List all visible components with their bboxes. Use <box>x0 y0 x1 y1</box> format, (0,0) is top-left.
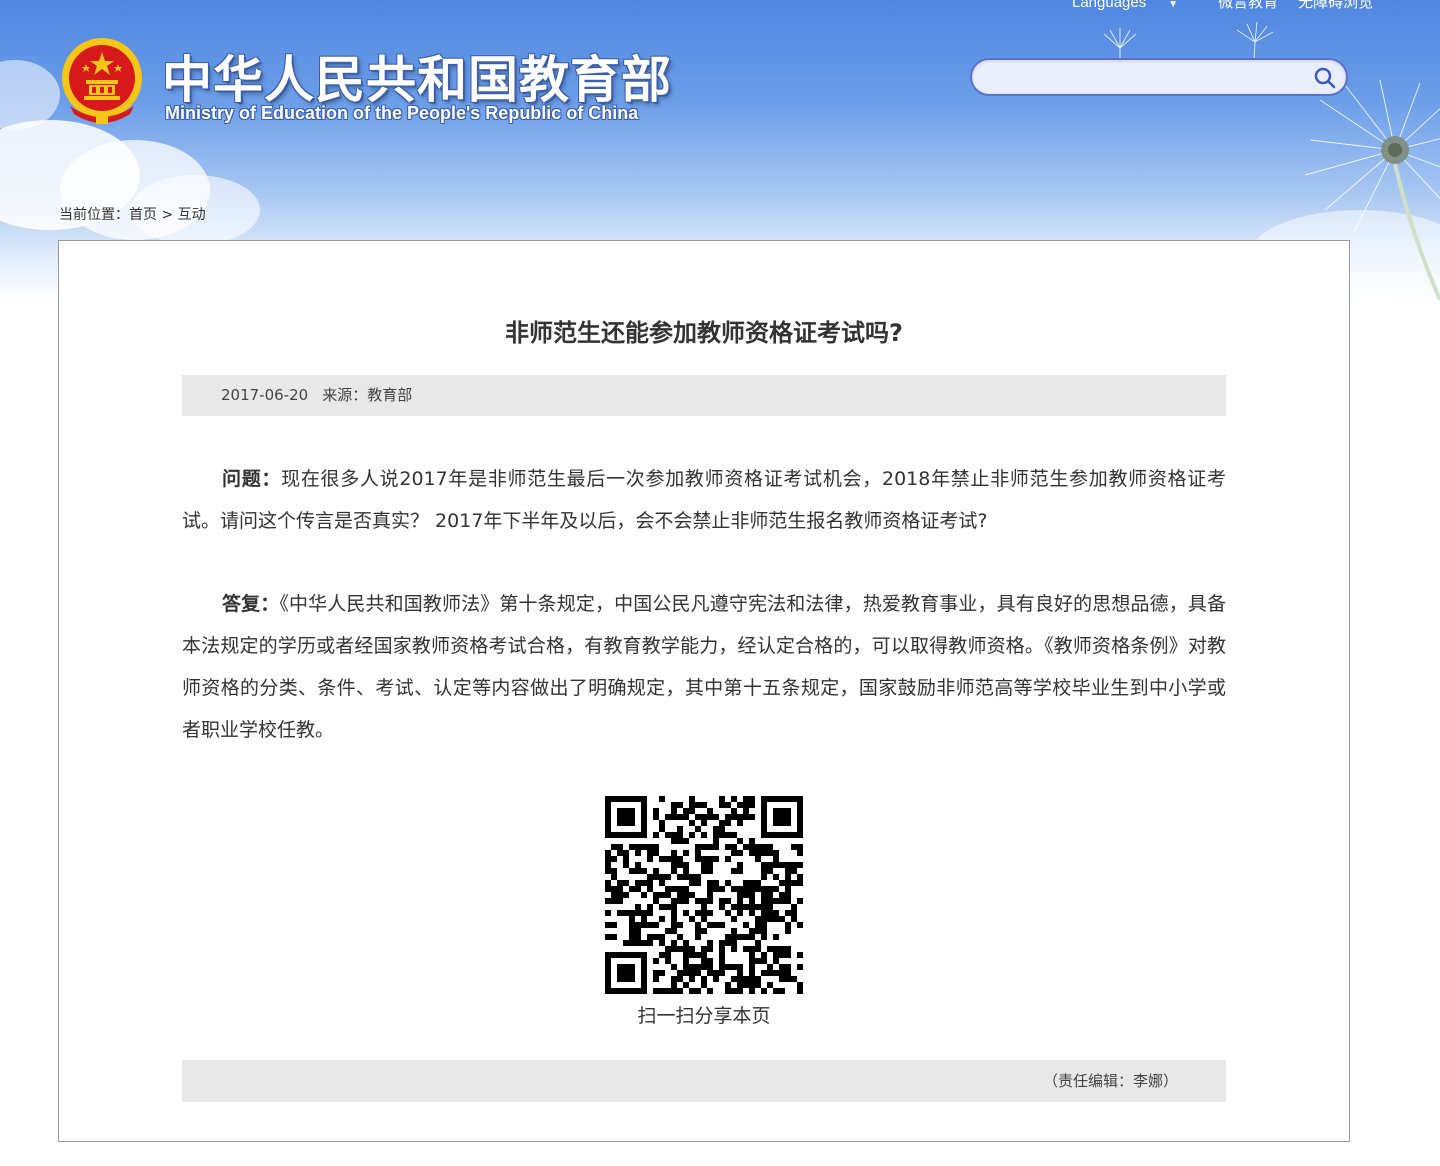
search-input[interactable] <box>986 60 1306 94</box>
answer-paragraph: 答复：《中华人民共和国教师法》第十条规定，中国公民凡遵守宪法和法律，热爱教育事业… <box>182 583 1226 751</box>
answer-label: 答复： <box>222 593 280 615</box>
qr-code-image <box>605 796 803 994</box>
responsible-editor: （责任编辑：李娜） <box>182 1060 1226 1102</box>
question-label: 问题： <box>222 468 282 490</box>
answer-text: 《中华人民共和国教师法》第十条规定，中国公民凡遵守宪法和法律，热爱教育事业，具有… <box>182 593 1226 741</box>
breadcrumb-current-link[interactable]: 互动 <box>178 207 206 223</box>
breadcrumb-prefix: 当前位置： <box>59 207 129 223</box>
languages-label: Languages <box>1072 0 1147 11</box>
search-box <box>970 58 1348 96</box>
national-emblem-icon <box>62 38 142 124</box>
top-links: Languages ▼ 微言教育 无障碍浏览 <box>1072 0 1393 11</box>
question-paragraph: 问题：现在很多人说2017年是非师范生最后一次参加教师资格证考试机会，2018年… <box>182 458 1226 542</box>
article-container: 非师范生还能参加教师资格证考试吗? 2017-06-20 来源：教育部 问题：现在… <box>58 240 1350 1142</box>
breadcrumb: 当前位置：首页 > 互动 <box>59 204 206 224</box>
article-title: 非师范生还能参加教师资格证考试吗? <box>505 319 903 347</box>
languages-link[interactable]: Languages ▼ <box>1072 0 1198 11</box>
breadcrumb-separator: > <box>157 207 178 223</box>
chevron-down-icon: ▼ <box>1168 0 1179 10</box>
article-meta-bar: 2017-06-20 来源：教育部 <box>182 375 1226 416</box>
article-source: 来源：教育部 <box>322 386 413 404</box>
weiyan-link[interactable]: 微言教育 <box>1218 0 1278 11</box>
site-title-english: Ministry of Education of the People's Re… <box>165 103 639 123</box>
qr-caption: 扫一扫分享本页 <box>637 1005 771 1027</box>
site-title-chinese: 中华人民共和国教育部 <box>162 51 672 109</box>
breadcrumb-home-link[interactable]: 首页 <box>129 207 157 223</box>
accessible-browse-link[interactable]: 无障碍浏览 <box>1298 0 1373 11</box>
article-date: 2017-06-20 <box>221 386 309 404</box>
search-icon[interactable] <box>1314 67 1336 89</box>
question-text: 现在很多人说2017年是非师范生最后一次参加教师资格证考试机会，2018年禁止非… <box>182 468 1226 532</box>
